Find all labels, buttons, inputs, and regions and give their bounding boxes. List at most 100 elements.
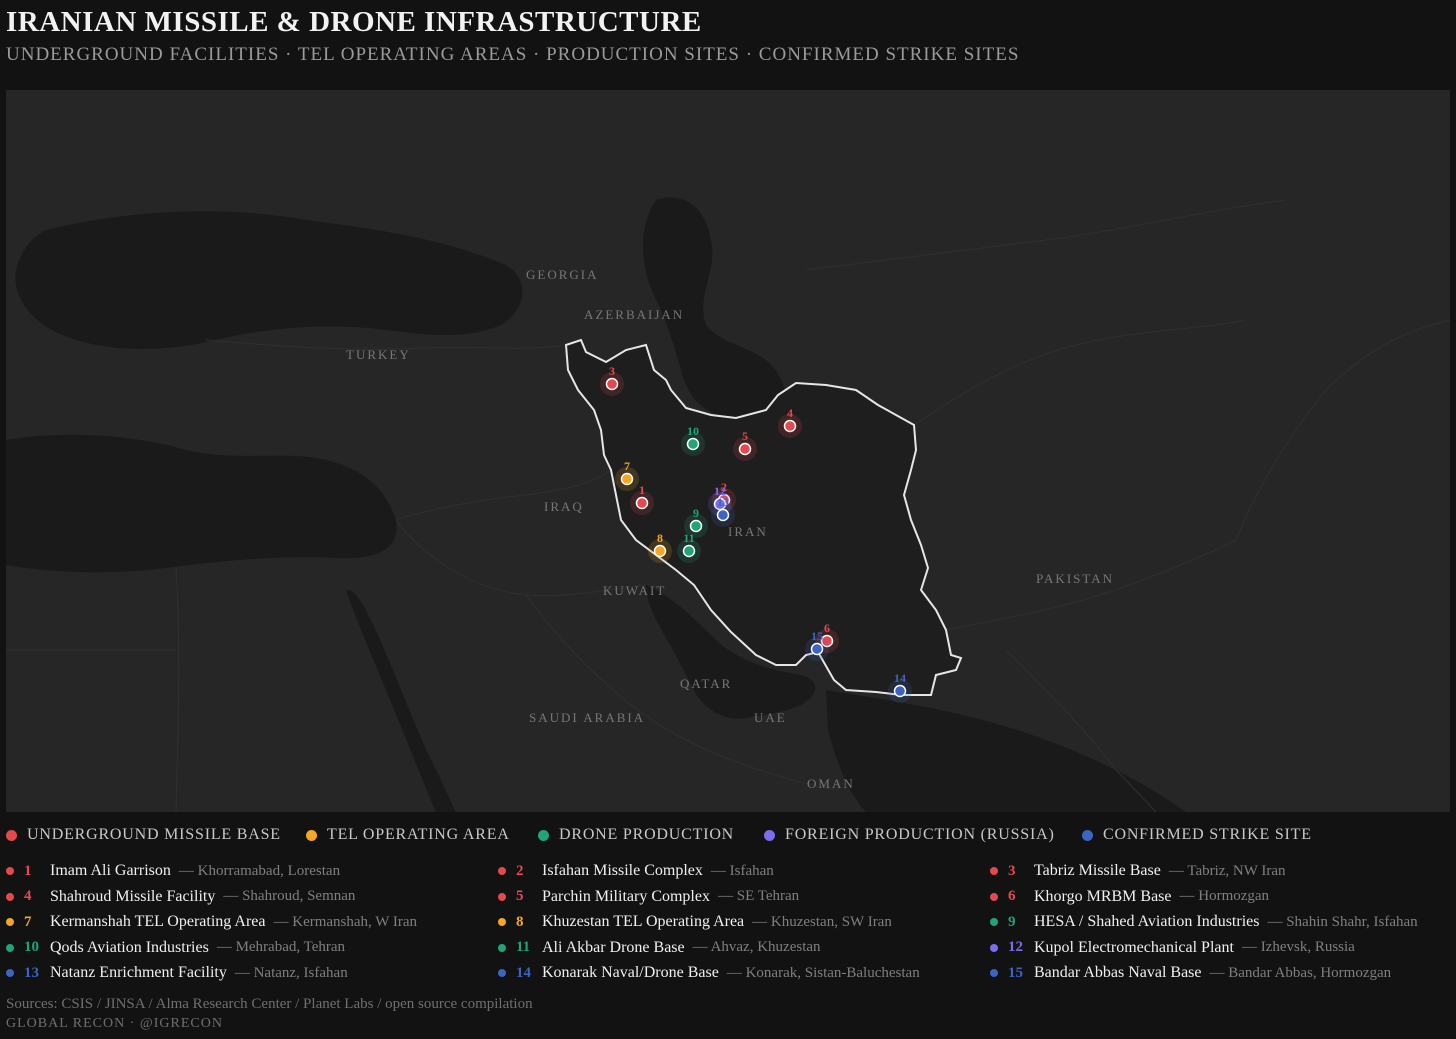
site-entry-location: — Khorramabad, Lorestan [178,862,341,879]
site-entry-number: 13 [24,964,39,981]
legend-label: DRONE PRODUCTION [559,826,735,843]
site-entry-name: Khuzestan TEL Operating Area [542,913,745,930]
map-marker-label: 8 [657,531,663,545]
map-marker-label: 13 [717,495,729,509]
map-marker-label: 9 [693,506,699,520]
map-marker-label: 1 [639,483,645,497]
page-subtitle: UNDERGROUND FACILITIES · TEL OPERATING A… [6,44,1020,65]
map-marker-dot[interactable] [653,544,667,558]
site-entry-number: 3 [1008,862,1016,879]
legend-label: CONFIRMED STRIKE SITE [1103,826,1312,843]
site-entry-name: Bandar Abbas Naval Base [1034,964,1202,981]
site-entry-location: — SE Tehran [717,888,800,904]
site-entry-10: 10 Qods Aviation Industries — Mehrabad, Te… [6,937,345,959]
map-marker-label: 15 [811,629,823,643]
map-marker-label: 4 [787,406,793,420]
map-marker-dot[interactable] [605,377,619,391]
country-label-pakistan: PAKISTAN [1036,571,1114,586]
site-entry-name: Isfahan Missile Complex [542,862,703,879]
site-entry-2: 2 Isfahan Missile Complex — Isfahan [498,860,774,882]
legend-dot-drone [538,829,549,841]
map-marker-dot[interactable] [893,684,907,698]
legend-item-strike: CONFIRMED STRIKE SITE [1082,826,1312,844]
site-entry-name: Qods Aviation Industries [50,938,209,956]
site-entry-13: 13 Natanz Enrichment Facility — Natanz, Is… [6,962,348,984]
site-entry-11: 11 Ali Akbar Drone Base — Ahvaz, Khuzestan [498,937,821,959]
legend-label: FOREIGN PRODUCTION (RUSSIA) [785,826,1055,843]
site-entry-name: Ali Akbar Drone Base [542,938,685,956]
site-entry-dot [498,918,506,926]
site-entry-location: — Isfahan [710,862,774,879]
site-entry-name: HESA / Shahed Aviation Industries [1034,913,1260,930]
site-entry-number: 15 [1008,964,1023,981]
site-entry-location: — Hormozgan [1179,888,1270,904]
map-marker-label: 3 [609,364,615,378]
site-entry-12: 12 Kupol Electromechanical Plant — Izhevsk… [990,937,1355,959]
map-marker-dot[interactable] [686,437,700,451]
site-entry-location: — Shahroud, Semnan [223,888,356,904]
country-label-kuwait: KUWAIT [603,583,666,598]
map-marker-dot[interactable] [635,496,649,510]
country-label-uae: UAE [754,710,787,725]
legend-label: UNDERGROUND MISSILE BASE [27,826,281,843]
site-entry-dot [990,867,998,875]
site-entry-dot [990,892,998,901]
country-label-georgia: GEORGIA [526,267,599,282]
map-marker-dot[interactable] [689,519,703,533]
site-entry-9: 9 HESA / Shahed Aviation Industries — Shah… [990,911,1418,933]
site-entry-location: — Khuzestan, SW Iran [752,913,892,930]
country-label-saudi-arabia: SAUDI ARABIA [529,710,645,725]
site-entry-number: 14 [516,964,531,981]
map-panel[interactable]: GEORGIA AZERBAIJAN TURKEY IRAQ IRAN KUWA… [6,90,1450,812]
map-marker-dot[interactable] [716,508,730,522]
site-entry-dot [6,892,14,901]
map-marker-dot[interactable] [810,642,824,656]
map-marker-dot[interactable] [620,472,634,486]
site-entry-name: Imam Ali Garrison [50,862,171,879]
site-entry-dot [990,969,998,977]
site-entry-14: 14 Konarak Naval/Drone Base — Konarak, Sis… [498,962,920,984]
map-marker-label: 14 [894,671,906,685]
legend-label: TEL OPERATING AREA [327,826,510,843]
site-entry-name: Parchin Military Complex [542,887,710,905]
site-entry-name: Khorgo MRBM Base [1034,887,1172,905]
site-entry-name: Kermanshah TEL Operating Area [50,913,266,930]
map-marker-dot[interactable] [783,419,797,433]
site-entry-number: 7 [24,913,32,930]
site-entry-dot [6,867,14,875]
sources-note: Sources: CSIS / JINSA / Alma Research Ce… [6,996,533,1012]
site-entry-name: Natanz Enrichment Facility [50,964,227,981]
site-entry-dot [498,892,506,901]
site-entry-number: 8 [516,913,524,930]
site-entry-number: 1 [24,862,32,879]
legend: UNDERGROUND MISSILE BASE TEL OPERATING A… [6,826,1450,848]
map-marker-dot[interactable] [738,442,752,456]
map-marker-label: 10 [687,424,699,438]
page-title: IRANIAN MISSILE & DRONE INFRASTRUCTURE [6,6,702,38]
legend-item-drone: DRONE PRODUCTION [538,826,734,844]
country-label-oman: OMAN [807,776,855,791]
site-entry-number: 2 [516,862,524,879]
site-entry-name: Kupol Electromechanical Plant [1034,938,1234,956]
legend-dot-tel [306,829,317,841]
country-label-iran: IRAN [728,524,768,539]
site-entry-location: — Konarak, Sistan-Baluchestan [726,964,920,981]
map-marker-dot[interactable] [682,544,696,558]
site-entry-location: — Mehrabad, Tehran [216,939,346,955]
legend-item-tel: TEL OPERATING AREA [306,826,510,844]
site-entry-number: 11 [516,939,531,955]
legend-dot-strike [1082,829,1093,841]
site-entry-6: 6 Khorgo MRBM Base — Hormozgan [990,886,1269,908]
site-entry-number: 9 [1008,913,1016,930]
map-marker-label: 6 [824,621,830,635]
country-label-azerbaijan: AZERBAIJAN [584,307,684,322]
legend-item-underground: UNDERGROUND MISSILE BASE [6,826,281,844]
map-svg[interactable]: GEORGIA AZERBAIJAN TURKEY IRAQ IRAN KUWA… [6,90,1450,812]
site-entry-location: — Natanz, Isfahan [234,964,348,981]
site-entry-8: 8 Khuzestan TEL Operating Area — Khuzestan… [498,911,892,933]
legend-dot-underground [6,829,17,841]
site-entry-7: 7 Kermanshah TEL Operating Area — Kermansh… [6,911,417,933]
site-entry-dot [6,969,14,977]
site-entry-3: 3 Tabriz Missile Base — Tabriz, NW Iran [990,860,1286,882]
map-marker-label: 7 [624,459,630,473]
